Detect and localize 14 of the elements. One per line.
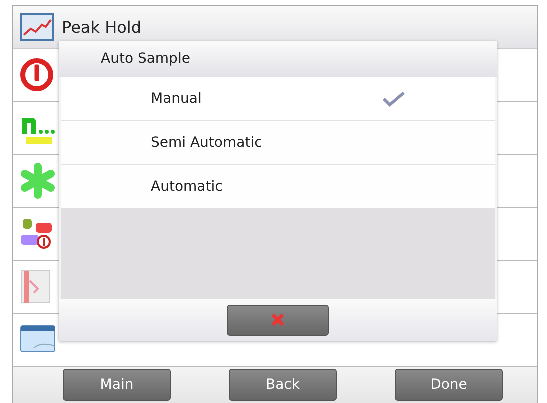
cancel-button[interactable] xyxy=(227,304,329,336)
option-item[interactable]: Automatic xyxy=(61,165,495,209)
screen-title: Peak Hold xyxy=(62,18,142,36)
option-item[interactable]: Semi Automatic xyxy=(61,121,495,165)
footer-button[interactable]: Main xyxy=(63,369,171,401)
asterisk-icon xyxy=(20,163,56,199)
option-item[interactable]: Manual xyxy=(61,77,495,121)
close-icon xyxy=(271,313,285,327)
footer-button[interactable]: Back xyxy=(229,369,337,401)
chart-icon xyxy=(20,13,54,41)
book-icon xyxy=(20,269,52,305)
footer-button[interactable]: Done xyxy=(395,369,503,401)
dialog-title: Auto Sample xyxy=(101,51,190,67)
power-icon xyxy=(20,58,54,92)
